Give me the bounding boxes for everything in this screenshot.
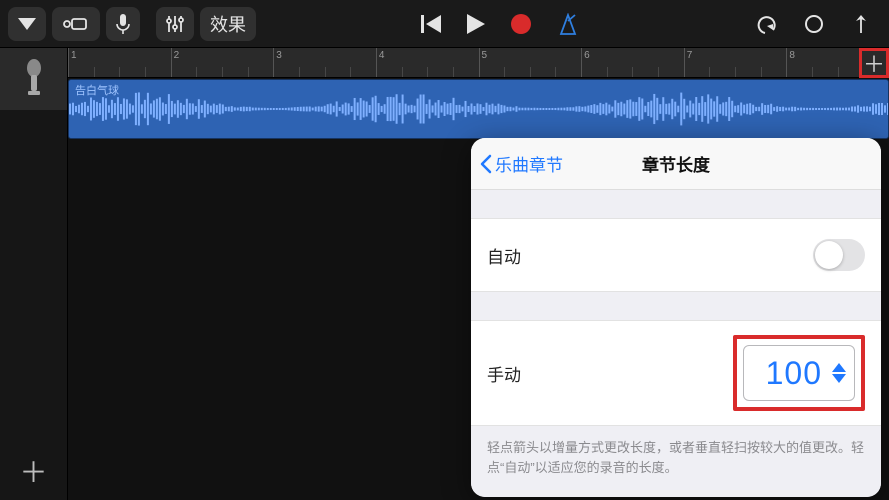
section-length-popover: 乐曲章节 章节长度 自动 手动 100 — [471, 138, 881, 497]
stepper-down[interactable] — [832, 374, 846, 383]
record-button[interactable] — [501, 7, 541, 41]
manual-value: 100 — [758, 355, 822, 392]
ruler-bar[interactable]: 3 — [273, 48, 376, 77]
toolbar: 效果 — [0, 0, 889, 48]
auto-switch[interactable] — [813, 239, 865, 271]
ruler-bar[interactable]: 2 — [171, 48, 274, 77]
ruler[interactable]: 12345678 ＋ — [68, 48, 889, 78]
loop-button[interactable] — [793, 7, 835, 41]
ruler-bar[interactable]: 7 — [684, 48, 787, 77]
ruler-bar[interactable]: 4 — [376, 48, 479, 77]
waveform — [69, 91, 888, 127]
fx-button[interactable]: 效果 — [200, 7, 256, 41]
track-header-mic[interactable] — [0, 48, 67, 110]
ruler-bar[interactable]: 1 — [68, 48, 171, 77]
metronome-button[interactable] — [547, 7, 589, 41]
browser-button[interactable] — [52, 7, 100, 41]
add-track-button[interactable]: ＋ — [0, 442, 67, 500]
input-mic-button[interactable] — [106, 7, 140, 41]
add-section-button[interactable]: ＋ — [859, 48, 889, 78]
manual-stepper[interactable]: 100 — [743, 345, 855, 401]
ruler-bar[interactable]: 6 — [581, 48, 684, 77]
play-button[interactable] — [457, 7, 495, 41]
auto-row: 自动 — [471, 218, 881, 292]
hint-text: 轻点箭头以增量方式更改长度，或者垂直轻扫按较大的值更改。轻点“自动”以适应您的录… — [471, 426, 881, 483]
ruler-bar[interactable]: 5 — [479, 48, 582, 77]
back-label: 乐曲章节 — [495, 151, 563, 176]
manual-label: 手动 — [487, 361, 733, 386]
settings-button[interactable] — [841, 7, 881, 41]
manual-stepper-highlight: 100 — [733, 335, 865, 411]
rewind-button[interactable] — [411, 7, 451, 41]
audio-region[interactable]: 告白气球 — [68, 79, 889, 139]
back-button[interactable]: 乐曲章节 — [471, 151, 563, 176]
stepper-up[interactable] — [832, 363, 846, 372]
undo-button[interactable] — [743, 7, 787, 41]
tracks-view-button[interactable] — [8, 7, 46, 41]
manual-row: 手动 100 — [471, 320, 881, 426]
track-header-column: ＋ — [0, 48, 68, 500]
mixer-button[interactable] — [156, 7, 194, 41]
record-icon — [511, 14, 531, 34]
auto-label: 自动 — [487, 243, 813, 268]
